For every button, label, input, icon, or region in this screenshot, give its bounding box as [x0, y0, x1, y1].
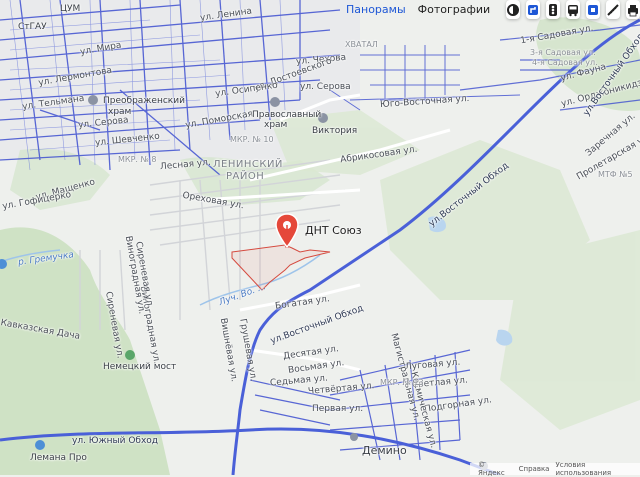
poi-label: храм — [108, 107, 132, 117]
ruler-button[interactable] — [606, 0, 620, 19]
layers-button[interactable] — [506, 0, 520, 19]
location-pin-icon[interactable] — [275, 213, 299, 249]
transport-icon — [568, 4, 578, 16]
street-label: ул. Серова — [300, 82, 351, 92]
traffic-icon — [549, 3, 557, 16]
ruler-icon — [607, 3, 619, 16]
street-label: ул. Южный Обход — [72, 436, 159, 446]
district-label: МТФ №5 — [598, 170, 633, 179]
marker-label: ДНТ Союз — [305, 224, 362, 237]
print-icon — [628, 4, 638, 16]
district-label: ХВАТАЛ — [345, 40, 378, 49]
district-label: ЛЕНИНСКИЙ — [213, 159, 283, 170]
map-toolbar: Панорамы Фотографии — [340, 0, 640, 19]
district-label: МКР. № 13 — [380, 378, 424, 387]
stop-icon — [588, 4, 598, 15]
transport-button[interactable] — [566, 0, 580, 19]
poi-label: храм — [264, 120, 288, 130]
route-button[interactable] — [526, 0, 540, 19]
poi-label: Виктория — [312, 126, 358, 136]
panorama-layer-button[interactable] — [586, 0, 600, 19]
panoramas-link[interactable]: Панорамы — [346, 3, 406, 16]
district-label: РАЙОН — [226, 171, 265, 182]
poi-label: Лемана Про — [30, 453, 87, 463]
poi-label: Православный — [252, 110, 322, 120]
district-label: МКР. № 10 — [230, 135, 274, 144]
district-label: МКР. № 8 — [118, 155, 157, 164]
help-link[interactable]: Справка — [519, 465, 550, 473]
map-footer: © Яндекс Справка Условия использования — [470, 461, 640, 477]
street-label: Первая ул. — [312, 404, 364, 414]
poi-label: Немецкий мост — [103, 362, 177, 372]
traffic-button[interactable] — [546, 0, 560, 19]
poi-label: Преображенский — [103, 96, 185, 106]
street-label: 3-я Садовая ул. — [530, 48, 596, 57]
poi-label: СтГАУ — [18, 22, 47, 32]
layers-icon — [507, 3, 519, 16]
street-label: 4-я Садовая ул. — [532, 58, 598, 67]
poi-label: ЦУМ — [60, 4, 81, 14]
route-icon — [528, 4, 538, 15]
print-button[interactable] — [626, 0, 640, 19]
poi-label: Демино — [362, 444, 407, 457]
photos-link[interactable]: Фотографии — [418, 3, 491, 16]
